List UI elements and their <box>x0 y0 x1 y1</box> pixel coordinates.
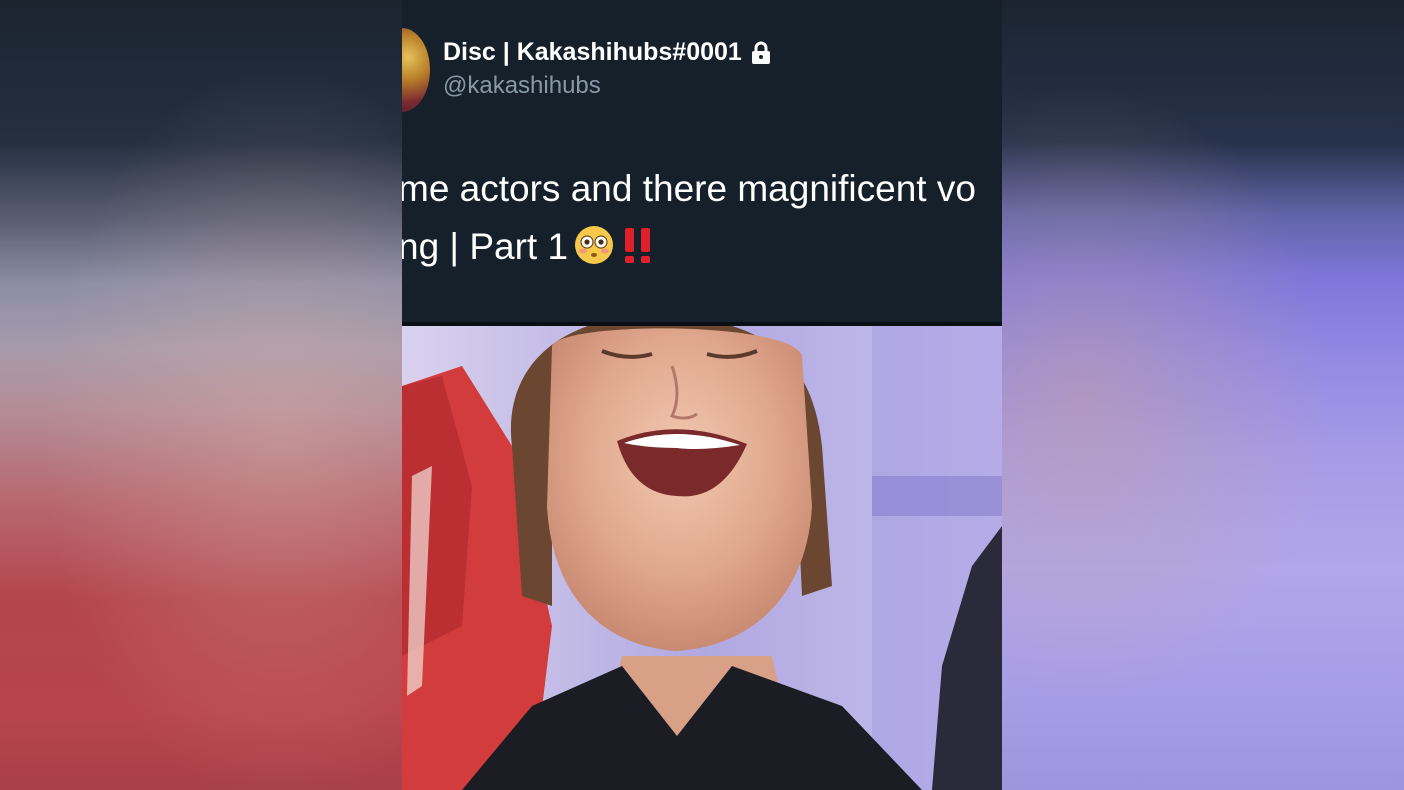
double-exclamation-emoji-icon <box>620 224 656 264</box>
video-frame[interactable] <box>402 326 1002 790</box>
post-panel: Disc | Kakashihubs#0001 @kakashihubs me … <box>402 0 1002 790</box>
tweet-text-line-2-text: ng | Part 1 <box>402 226 569 267</box>
flushed-face-emoji-icon <box>574 224 614 264</box>
blurred-background-right <box>1002 0 1404 790</box>
video-frame-image <box>402 326 1002 790</box>
tweet-text-line-2: ng | Part 1 <box>402 218 1002 276</box>
user-handle[interactable]: @kakashihubs <box>443 72 601 100</box>
screen: Disc | Kakashihubs#0001 @kakashihubs me … <box>0 0 1404 790</box>
lock-icon <box>750 41 772 65</box>
blurred-background-left <box>0 0 402 790</box>
tweet-card: Disc | Kakashihubs#0001 @kakashihubs me … <box>402 0 1002 322</box>
display-name[interactable]: Disc | Kakashihubs#0001 <box>443 38 772 67</box>
display-name-text: Disc | Kakashihubs#0001 <box>443 38 742 66</box>
tweet-text-line-1: me actors and there magnificent vo <box>402 168 976 209</box>
tweet-text: me actors and there magnificent vo ng | … <box>402 160 1002 276</box>
avatar[interactable] <box>402 28 430 112</box>
